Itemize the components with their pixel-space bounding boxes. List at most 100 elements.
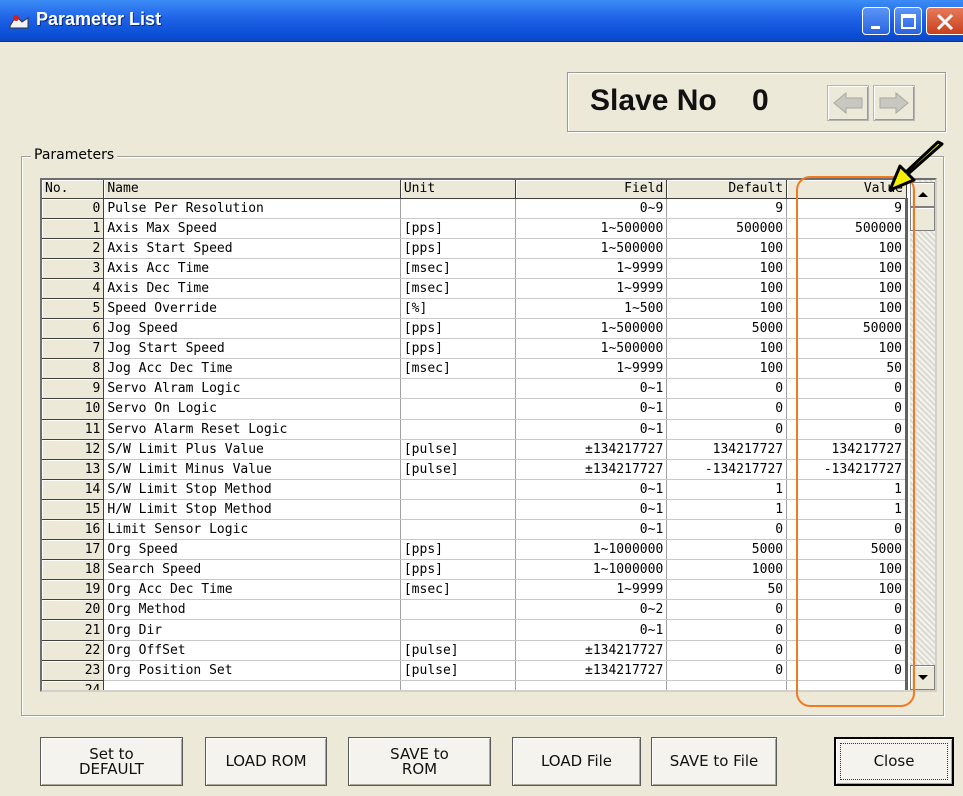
row-no: 18 [42,559,105,581]
previous-slave-button[interactable] [827,85,869,121]
row-no: 2 [42,238,105,259]
row-no: 3 [42,258,105,279]
set-to-default-button[interactable]: Set to DEFAULT [40,737,183,786]
column-header-unit[interactable]: Unit [400,180,516,199]
row-value[interactable]: 5000 [786,539,908,561]
row-unit: [pulse] [400,660,516,681]
table-row[interactable]: 5 Speed Override [%] 1~500 100 100 [42,298,908,320]
row-default: 1 [666,499,788,521]
set-to-default-label: Set to DEFAULT [79,744,144,778]
row-value[interactable]: 100 [786,298,908,320]
row-no: 0 [42,198,105,219]
table-row[interactable]: 22 Org OffSet [pulse] ±134217727 0 0 [42,640,908,661]
row-value[interactable]: 0 [786,419,908,440]
row-value[interactable]: 50 [786,358,908,380]
row-value[interactable]: 1 [786,499,908,521]
scroll-down-button[interactable] [910,665,935,690]
table-row[interactable]: 0 Pulse Per Resolution 0~9 9 9 [42,198,908,219]
row-field: 1~500000 [515,338,668,360]
table-row[interactable]: 18 Search Speed [pps] 1~1000000 1000 100 [42,559,908,581]
row-value[interactable]: 0 [786,640,908,661]
row-default: 100 [666,338,788,360]
table-row[interactable]: 3 Axis Acc Time [msec] 1~9999 100 100 [42,258,908,279]
load-rom-button[interactable]: LOAD ROM [205,737,327,786]
row-value[interactable]: 100 [786,278,908,299]
column-header-field[interactable]: Field [515,180,668,199]
vertical-scrollbar[interactable] [910,180,935,690]
table-row[interactable]: 24 [42,680,908,690]
row-value[interactable]: 9 [786,198,908,219]
table-row[interactable]: 14 S/W Limit Stop Method 0~1 1 1 [42,479,908,500]
row-value[interactable]: 134217727 [786,439,908,460]
slave-number: 0 [752,84,769,117]
column-header-value[interactable]: Value [786,180,907,199]
load-file-button[interactable]: LOAD File [512,737,641,786]
table-row[interactable]: 7 Jog Start Speed [pps] 1~500000 100 100 [42,338,908,360]
row-value[interactable]: 1 [786,479,908,500]
row-name: Org OffSet [103,640,401,661]
title-bar[interactable]: Parameter List [0,0,963,42]
row-no: 21 [42,619,105,641]
row-default: 1 [666,479,788,500]
close-button[interactable]: Close [834,737,954,786]
row-value[interactable]: 100 [786,258,908,279]
table-row[interactable]: 16 Limit Sensor Logic 0~1 0 0 [42,519,908,541]
row-value[interactable]: 0 [786,660,908,681]
table-row[interactable]: 17 Org Speed [pps] 1~1000000 5000 5000 [42,539,908,561]
row-value[interactable]: 100 [786,338,908,360]
scrollbar-thumb[interactable] [910,207,935,231]
row-name: S/W Limit Minus Value [103,459,401,480]
row-name: S/W Limit Stop Method [103,479,401,500]
table-row[interactable]: 23 Org Position Set [pulse] ±134217727 0 0 [42,660,908,681]
row-value[interactable]: 100 [786,238,908,259]
row-name: Org Speed [103,539,401,561]
table-row[interactable]: 8 Jog Acc Dec Time [msec] 1~9999 100 50 [42,358,908,380]
row-value[interactable] [786,680,908,690]
row-no: 12 [42,439,105,460]
row-value[interactable]: -134217727 [786,459,908,480]
column-header-name[interactable]: Name [103,180,401,199]
row-value[interactable]: 0 [786,398,908,420]
row-name: Org Acc Dec Time [103,579,401,601]
table-row[interactable]: 19 Org Acc Dec Time [msec] 1~9999 50 100 [42,579,908,601]
table-row[interactable]: 13 S/W Limit Minus Value [pulse] ±134217727… [42,459,908,480]
table-row[interactable]: 21 Org Dir 0~1 0 0 [42,619,908,641]
row-name: Speed Override [103,298,401,320]
column-header-default[interactable]: Default [666,180,788,199]
next-slave-button[interactable] [873,85,915,121]
row-value[interactable]: 100 [786,559,908,581]
save-to-rom-button[interactable]: SAVE to ROM [348,737,491,786]
table-row[interactable]: 6 Jog Speed [pps] 1~500000 5000 50000 [42,318,908,340]
row-value[interactable]: 50000 [786,318,908,340]
table-row[interactable]: 1 Axis Max Speed [pps] 1~500000 500000 500000 [42,218,908,239]
row-no: 15 [42,499,105,521]
table-row[interactable]: 10 Servo On Logic 0~1 0 0 [42,398,908,420]
table-row[interactable]: 20 Org Method 0~2 0 0 [42,599,908,621]
column-header-no[interactable]: No. [42,180,105,199]
parameter-grid[interactable]: No. Name Unit Field Default Value 0 Pulse… [40,178,937,692]
save-to-file-button[interactable]: SAVE to File [651,737,777,786]
table-row[interactable]: 2 Axis Start Speed [pps] 1~500000 100 100 [42,238,908,259]
table-row[interactable]: 11 Servo Alarm Reset Logic 0~1 0 0 [42,419,908,440]
minimize-button[interactable] [862,7,890,35]
row-value[interactable]: 500000 [786,218,908,239]
scroll-up-button[interactable] [910,182,935,207]
row-value[interactable]: 0 [786,378,908,400]
row-value[interactable]: 0 [786,619,908,641]
row-unit: [pps] [400,238,516,259]
row-value[interactable]: 0 [786,599,908,621]
table-row[interactable]: 4 Axis Dec Time [msec] 1~9999 100 100 [42,278,908,299]
table-row[interactable]: 9 Servo Alram Logic 0~1 0 0 [42,378,908,400]
maximize-button[interactable] [894,7,922,35]
close-window-button[interactable] [926,7,963,35]
row-name: Axis Acc Time [103,258,401,279]
row-unit: [msec] [400,358,516,380]
row-unit: [pulse] [400,640,516,661]
row-value[interactable]: 100 [786,579,908,601]
table-row[interactable]: 12 S/W Limit Plus Value [pulse] ±134217727 1… [42,439,908,460]
row-default: 0 [666,519,788,541]
row-unit [400,619,516,641]
row-name: Jog Acc Dec Time [103,358,401,380]
table-row[interactable]: 15 H/W Limit Stop Method 0~1 1 1 [42,499,908,521]
row-value[interactable]: 0 [786,519,908,541]
